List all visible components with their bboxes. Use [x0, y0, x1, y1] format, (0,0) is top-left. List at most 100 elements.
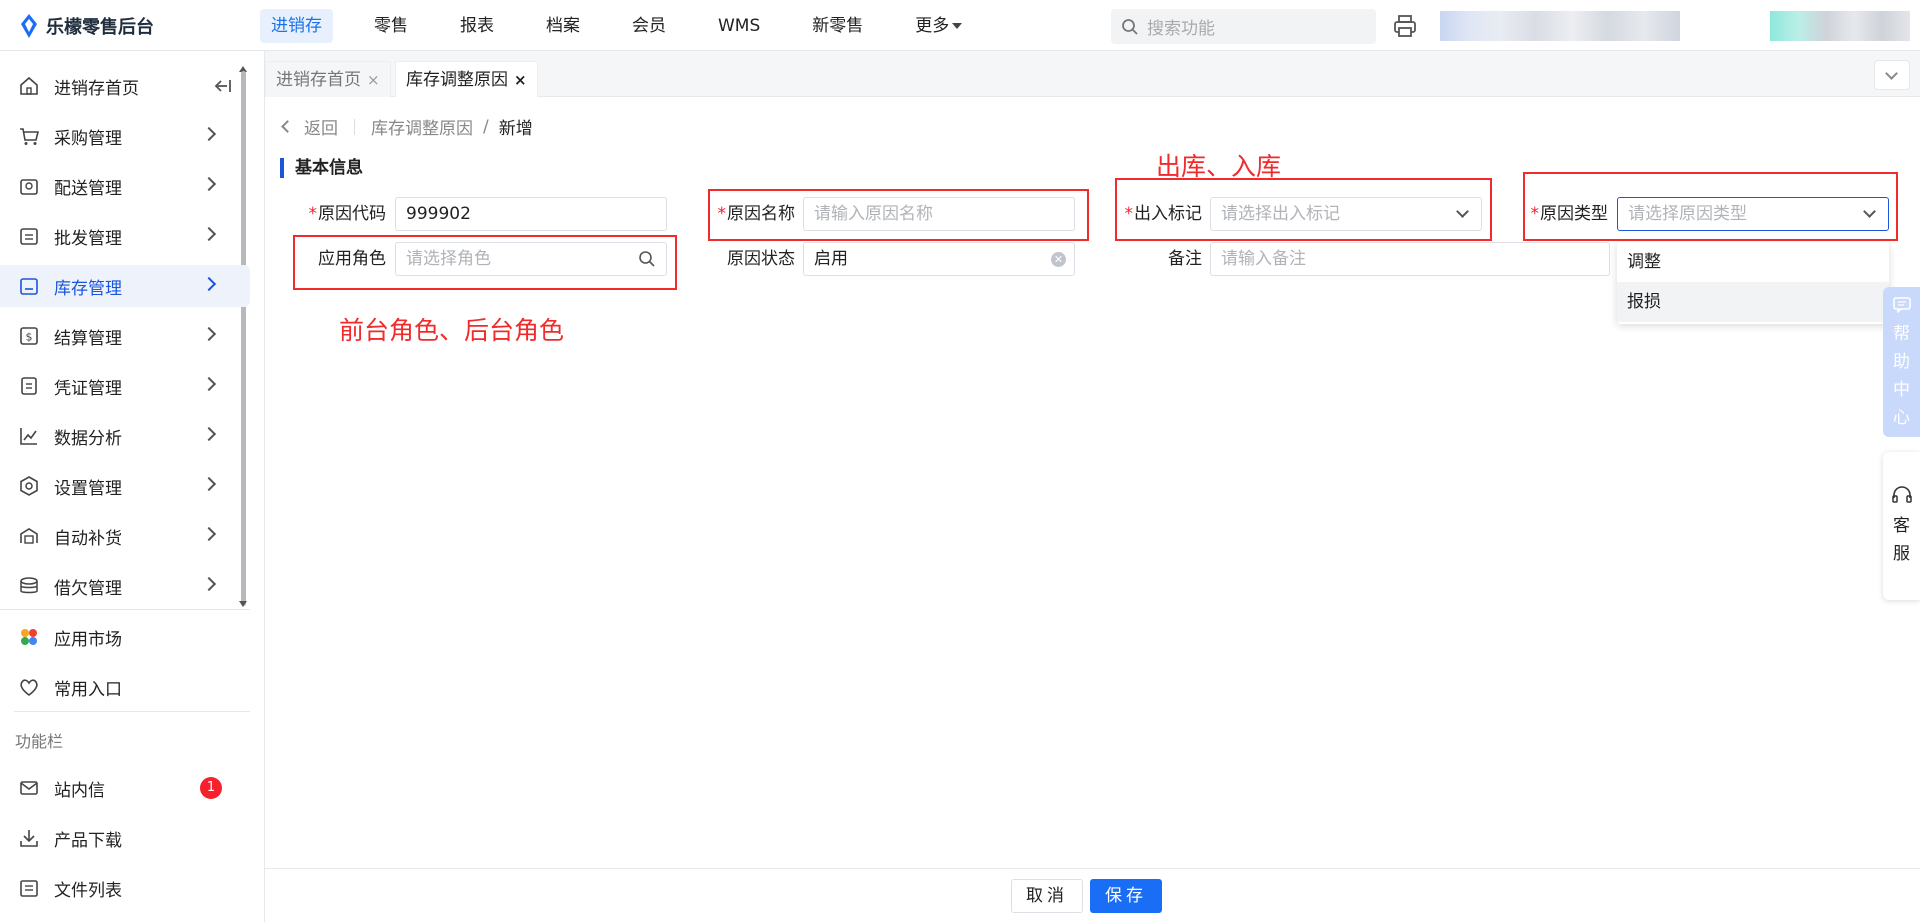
chevron-right-icon	[201, 276, 217, 292]
blurred-avatar-area[interactable]	[1770, 11, 1910, 41]
sidebar-item-voucher[interactable]: 凭证管理	[0, 365, 250, 407]
headset-icon	[1892, 486, 1912, 503]
close-icon[interactable]: ×	[367, 63, 380, 97]
tab-label: 库存调整原因	[406, 69, 508, 90]
sidebar-item-debt[interactable]: 借欠管理	[0, 565, 250, 607]
sidebar-item-settings[interactable]: 设置管理	[0, 465, 250, 507]
topnav-item-jinxiaocun[interactable]: 进销存	[260, 9, 333, 43]
breadcrumb-parent[interactable]: 库存调整原因	[371, 114, 473, 139]
chevron-right-icon	[201, 376, 217, 392]
sidebar-item-label: 结算管理	[54, 328, 122, 349]
reason-status-label: 原因状态	[727, 249, 795, 269]
delivery-icon	[20, 179, 38, 195]
chevron-right-icon	[201, 476, 217, 492]
search-icon	[1122, 18, 1138, 35]
sidebar-item-label: 产品下载	[54, 830, 122, 851]
reason-code-input[interactable]: 999902	[395, 197, 667, 231]
sidebar-item-downloads[interactable]: 产品下载	[0, 817, 250, 859]
tab-adjust-reason[interactable]: 库存调整原因 ×	[395, 61, 538, 97]
topnav-item-retail[interactable]: 零售	[363, 9, 419, 43]
topnav-more-label: 更多	[915, 16, 950, 36]
remark-input[interactable]: 请输入备注	[1210, 242, 1610, 276]
sidebar-item-favorites[interactable]: 常用入口	[0, 666, 250, 708]
sidebar-divider	[14, 711, 250, 712]
help-char: 帮	[1893, 324, 1910, 344]
sidebar-item-replenish[interactable]: 自动补货	[0, 515, 250, 557]
logo-icon	[21, 14, 37, 38]
sidebar-item-messages[interactable]: 站内信 1	[0, 767, 250, 809]
chevron-right-icon	[201, 326, 217, 342]
sidebar-item-label: 配送管理	[54, 178, 122, 199]
section-title: 基本信息	[280, 158, 363, 178]
reason-type-dropdown: 调整 报损	[1617, 242, 1889, 324]
sidebar-item-settlement[interactable]: $ 结算管理	[0, 315, 250, 357]
annotation-text-in-out: 出库、入库	[1156, 152, 1282, 181]
topnav-item-more[interactable]: 更多	[904, 9, 973, 43]
file-list-icon	[20, 880, 38, 897]
tab-label: 进销存首页	[276, 69, 361, 90]
blurred-user-info	[1440, 11, 1680, 41]
service-char: 服	[1893, 544, 1910, 564]
help-center-button[interactable]: 帮 助 中 心	[1883, 287, 1920, 437]
save-button[interactable]: 保存	[1090, 879, 1162, 913]
cart-icon	[20, 128, 40, 145]
breadcrumb: 返回 库存调整原因 / 新增	[281, 114, 533, 139]
sidebar-item-label: 站内信	[54, 780, 105, 801]
topnav-item-reports[interactable]: 报表	[449, 9, 505, 43]
sidebar-item-file-list[interactable]: 文件列表	[0, 867, 250, 909]
voucher-icon	[21, 377, 37, 395]
search-placeholder: 搜索功能	[1147, 19, 1215, 39]
sidebar-item-label: 采购管理	[54, 128, 122, 149]
clear-icon[interactable]: ✕	[1051, 252, 1066, 267]
app-logo[interactable]: 乐檬零售后台	[18, 13, 154, 39]
settings-icon	[20, 476, 38, 496]
sidebar-item-label: 数据分析	[54, 428, 122, 449]
sidebar-item-label: 常用入口	[54, 679, 122, 700]
cancel-button[interactable]: 取消	[1011, 879, 1083, 913]
topnav-item-archives[interactable]: 档案	[535, 9, 591, 43]
breadcrumb-separator: /	[483, 116, 489, 137]
form-footer: 取消 保存	[265, 868, 1920, 922]
required-mark: *	[308, 204, 318, 224]
tab-list-dropdown[interactable]	[1874, 60, 1910, 90]
top-bar: 乐檬零售后台 进销存 零售 报表 档案 会员 WMS 新零售 更多 搜索功能	[0, 0, 1920, 51]
reason-status-select[interactable]: 启用 ✕	[803, 242, 1075, 276]
sidebar-item-label: 批发管理	[54, 228, 122, 249]
chevron-right-icon	[201, 226, 217, 242]
dropdown-option-loss[interactable]: 报损	[1617, 282, 1889, 322]
sidebar-item-wholesale[interactable]: 批发管理	[0, 215, 250, 257]
topnav-item-members[interactable]: 会员	[621, 9, 677, 43]
sidebar-item-purchase[interactable]: 采购管理	[0, 115, 250, 157]
settlement-icon: $	[20, 327, 38, 345]
dropdown-option-adjust[interactable]: 调整	[1617, 242, 1889, 282]
reason-code-label: *原因代码	[298, 197, 387, 231]
customer-service-button[interactable]: 客 服	[1883, 452, 1920, 600]
chevron-left-icon[interactable]	[281, 120, 294, 133]
topnav-item-wms[interactable]: WMS	[707, 9, 771, 43]
chevron-right-icon	[201, 126, 217, 142]
annotation-text-role: 前台角色、后台角色	[339, 316, 565, 345]
sidebar-item-home[interactable]: 进销存首页	[0, 65, 250, 107]
chevron-right-icon	[201, 526, 217, 542]
coins-icon	[20, 577, 38, 594]
close-icon[interactable]: ×	[514, 63, 527, 97]
sidebar-item-app-market[interactable]: 应用市场	[0, 616, 250, 658]
sidebar-item-inventory[interactable]: 库存管理	[0, 265, 250, 307]
back-link[interactable]: 返回	[304, 114, 338, 139]
chat-icon	[1892, 297, 1911, 314]
printer-icon[interactable]	[1392, 13, 1418, 39]
heart-icon	[20, 679, 38, 697]
topnav-item-new-retail[interactable]: 新零售	[801, 9, 874, 43]
sidebar-item-label: 文件列表	[54, 880, 122, 901]
sidebar-item-label: 自动补货	[54, 528, 122, 549]
sidebar-item-delivery[interactable]: 配送管理	[0, 165, 250, 207]
sidebar-item-label: 进销存首页	[54, 78, 139, 99]
replenish-icon	[20, 528, 38, 544]
sidebar-item-analytics[interactable]: 数据分析	[0, 415, 250, 457]
chevron-down-icon	[1885, 67, 1898, 80]
help-char: 中	[1893, 380, 1910, 400]
search-input[interactable]: 搜索功能	[1111, 9, 1376, 44]
breadcrumb-current: 新增	[498, 119, 533, 139]
tab-jinxiaocun-home[interactable]: 进销存首页 ×	[265, 61, 391, 97]
annotation-box-role	[293, 235, 677, 290]
